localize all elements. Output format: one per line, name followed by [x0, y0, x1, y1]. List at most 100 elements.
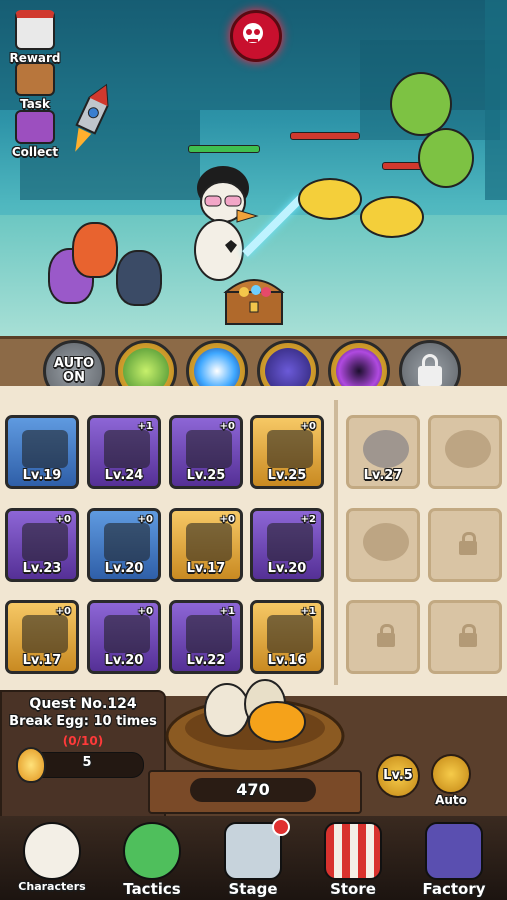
- reward-button[interactable]: Reward: [6, 10, 64, 65]
- enemy-fish: [298, 178, 362, 220]
- item-level: Lv.19: [22, 468, 62, 483]
- ladybug-icon: [22, 615, 68, 653]
- item-plus: +1: [300, 606, 316, 617]
- clipboard-icon: [15, 62, 55, 96]
- treasure-chest: [222, 268, 286, 332]
- equipment-slot[interactable]: +0 Lv.20: [87, 600, 161, 674]
- boss-skull-icon[interactable]: [230, 10, 282, 62]
- locked-slot[interactable]: [346, 508, 420, 582]
- lock-icon: [459, 532, 477, 555]
- nav-tactics[interactable]: Tactics: [102, 818, 202, 900]
- egg-count: 470: [190, 778, 316, 802]
- equipment-slot[interactable]: +0 Lv.20: [87, 508, 161, 582]
- hair-icon: [267, 523, 313, 561]
- enemy-green-dragon: [418, 128, 474, 188]
- equipment-slot[interactable]: +1 Lv.24: [87, 415, 161, 489]
- equipment-slot[interactable]: +0 Lv.25: [169, 415, 243, 489]
- equipment-slot[interactable]: +0 Lv.23: [5, 508, 79, 582]
- egg-level-badge[interactable]: Lv.5: [376, 754, 420, 798]
- task-label: Task: [20, 97, 50, 111]
- nav-stage[interactable]: Stage: [203, 818, 303, 900]
- egg-counter-box: 470: [148, 770, 362, 814]
- task-button[interactable]: Task: [6, 62, 64, 114]
- locked-slot[interactable]: [428, 508, 502, 582]
- heart-glasses-icon: [267, 615, 313, 653]
- flower-icon: [186, 615, 232, 653]
- shield-icon: [22, 523, 68, 561]
- lock-icon: [418, 354, 442, 386]
- lock-icon: [377, 624, 395, 647]
- inventory-divider: [334, 400, 338, 685]
- locked-slot[interactable]: [428, 600, 502, 674]
- equipment-slot[interactable]: +2 Lv.20: [250, 508, 324, 582]
- rocket-icon: [363, 430, 409, 468]
- quest-task: Break Egg: 10 times: [9, 714, 157, 729]
- nav-factory[interactable]: Factory: [404, 818, 504, 900]
- item-level: Lv.16: [267, 653, 307, 668]
- item-level: Lv.17: [22, 653, 62, 668]
- nav-label: Characters: [18, 880, 86, 893]
- nav-characters[interactable]: Characters: [2, 818, 102, 900]
- quest-progress: (0/10): [62, 734, 104, 748]
- locked-slot[interactable]: [428, 415, 502, 489]
- item-plus: +1: [137, 421, 153, 432]
- auto-icon: AUTO ON: [53, 356, 95, 385]
- nav-store[interactable]: Store: [303, 818, 403, 900]
- locked-slot[interactable]: [346, 600, 420, 674]
- egg-level: Lv.5: [383, 768, 413, 783]
- item-plus: +1: [219, 606, 235, 617]
- equipment-slot[interactable]: +0 Lv.25: [250, 415, 324, 489]
- item-plus: +0: [55, 514, 71, 525]
- item-level: Lv.24: [104, 468, 144, 483]
- equipment-slot[interactable]: +0 Lv.17: [169, 508, 243, 582]
- quest-title: Quest No.124: [29, 696, 137, 712]
- item-level: Lv.20: [104, 653, 144, 668]
- quest-reward-count: 5: [82, 755, 92, 770]
- boots-icon: [186, 430, 232, 468]
- item-level: Lv.17: [186, 561, 226, 576]
- hero-hp-bar: [188, 145, 260, 153]
- equipment-slot[interactable]: +1 Lv.16: [250, 600, 324, 674]
- tactics-icon: [123, 822, 181, 880]
- lightsaber-icon: [22, 430, 68, 468]
- item-plus: +0: [219, 514, 235, 525]
- item-level: Lv.22: [186, 653, 226, 668]
- book-icon: [186, 523, 232, 561]
- book-icon: [15, 110, 55, 144]
- belt-icon: [104, 430, 150, 468]
- rocket-ally: [70, 80, 110, 164]
- item-level: Lv.23: [22, 561, 62, 576]
- egg-nest[interactable]: [165, 676, 345, 780]
- equipment-slot[interactable]: Lv.19: [5, 415, 79, 489]
- pet-dragon: [72, 222, 118, 278]
- item-plus: +2: [300, 514, 316, 525]
- collect-label: Collect: [11, 145, 59, 159]
- item-level: Lv.25: [267, 468, 307, 483]
- wing-icon: [363, 523, 409, 561]
- heart-icon: [104, 615, 150, 653]
- item-level: Lv.20: [104, 561, 144, 576]
- extra-slot[interactable]: Lv.27: [346, 415, 420, 489]
- horn-icon: [104, 523, 150, 561]
- enemy-hp-bar: [290, 132, 360, 140]
- nav-label: Stage: [228, 880, 278, 898]
- notification-dot: [272, 818, 290, 836]
- crossed-swords-icon: [224, 818, 290, 880]
- equipment-slot[interactable]: +0 Lv.17: [5, 600, 79, 674]
- collect-button[interactable]: Collect: [6, 110, 64, 162]
- auto-egg-button[interactable]: Auto: [429, 754, 473, 807]
- item-plus: +0: [137, 606, 153, 617]
- equipment-slot[interactable]: +1 Lv.22: [169, 600, 243, 674]
- refresh-icon: [431, 754, 471, 794]
- duck-character-icon: [23, 822, 81, 880]
- item-level: Lv.25: [186, 468, 226, 483]
- enemy-fish: [360, 196, 424, 238]
- item-plus: +0: [300, 421, 316, 432]
- nav-label: Store: [330, 880, 376, 898]
- lock-icon: [459, 624, 477, 647]
- item-plus: +0: [55, 606, 71, 617]
- golden-egg-icon: [16, 747, 46, 783]
- quest-panel[interactable]: Quest No.124 Break Egg: 10 times (0/10) …: [0, 690, 166, 824]
- item-plus: +0: [137, 514, 153, 525]
- item-level: Lv.27: [363, 468, 403, 483]
